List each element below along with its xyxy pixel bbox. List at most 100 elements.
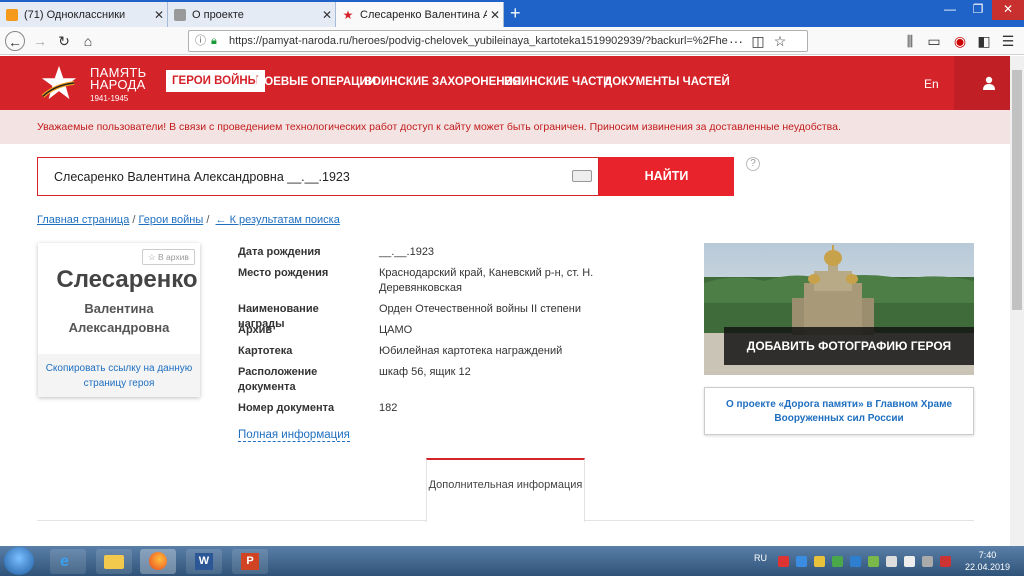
maintenance-notice: Уважаемые пользователи! В связи с провед… (0, 110, 1024, 144)
info-value: ЦАМО (379, 324, 413, 336)
back-arrow-icon[interactable]: ← (5, 31, 25, 51)
copy-link-button[interactable]: Скопировать ссылку на данную страницу ге… (38, 354, 200, 397)
info-value: 182 (379, 402, 398, 414)
close-window-button[interactable]: ✕ (992, 0, 1024, 20)
volume-icon[interactable] (904, 556, 915, 567)
tray-icon[interactable] (940, 556, 951, 567)
breadcrumb-separator: / (206, 214, 210, 226)
bluetooth-icon[interactable] (850, 556, 861, 567)
tray-icon[interactable] (922, 556, 933, 567)
url-text[interactable]: https://pamyat-naroda.ru/heroes/podvig-c… (229, 35, 728, 47)
internet-explorer-icon[interactable]: e (50, 549, 86, 574)
menu-heroes[interactable]: ГЕРОИ ВОЙНЫ (166, 70, 265, 92)
logo-star-icon[interactable] (40, 64, 78, 102)
menu-operations[interactable]: БОЕВЫЕ ОПЕРАЦИИ (256, 76, 376, 88)
reload-icon[interactable]: ↻ (54, 31, 74, 51)
menu-icon[interactable]: ☰ (998, 31, 1018, 51)
keyboard-icon[interactable] (572, 170, 592, 182)
clock[interactable]: 7:40 22.04.2019 (965, 549, 1010, 573)
info-icon[interactable]: ⓘ (195, 31, 206, 51)
close-tab-icon[interactable]: ✕ (487, 8, 503, 22)
tab-hero-page[interactable]: ★ Слесаренко Валентина Алексан ✕ (336, 2, 504, 27)
star-icon: ★ (342, 7, 354, 22)
extension-icon[interactable]: ◧ (974, 31, 994, 51)
site-header: ПАМЯТЬ НАРОДА 1941-1945 ГЕРОИ ВОЙНЫ БОЕВ… (0, 56, 1024, 110)
tray-icon[interactable] (832, 556, 843, 567)
minimize-button[interactable]: — (936, 0, 964, 20)
info-value: Юбилейная картотека награждений (379, 345, 563, 357)
tray-icon[interactable] (814, 556, 825, 567)
breadcrumb: Главная страница / Герои войны / ← К рез… (37, 214, 340, 226)
bookmark-star-icon[interactable]: ☆ (770, 31, 790, 51)
network-icon[interactable] (886, 556, 897, 567)
firefox-icon[interactable] (140, 549, 176, 574)
browser-tab-strip: (71) Одноклассники ✕ О проекте ✕ ★ Слеса… (0, 0, 1024, 27)
full-info-link[interactable]: Полная информация (238, 429, 350, 442)
info-value: Краснодарский край, Каневский р-н, ст. Н… (379, 267, 594, 294)
maximize-button[interactable]: ❐ (964, 0, 992, 20)
library-icon[interactable]: ⫼ (900, 31, 920, 51)
hero-patronymic: Александровна (68, 320, 170, 335)
menu-unit-documents[interactable]: ДОКУМЕНТЫ ЧАСТЕЙ (604, 76, 730, 88)
tab-additional-info[interactable]: Дополнительная информация (426, 458, 585, 522)
home-icon[interactable]: ⌂ (78, 31, 98, 51)
url-bar[interactable]: ⓘ 🔒︎ https://pamyat-naroda.ru/heroes/pod… (188, 30, 808, 52)
back-to-results-link[interactable]: ← К результатам поиска (216, 214, 340, 226)
new-tab-button[interactable]: + (510, 3, 521, 24)
scrollbar-thumb[interactable] (1012, 70, 1022, 310)
clock-date: 22.04.2019 (965, 562, 1011, 572)
search-button[interactable]: НАЙТИ (599, 157, 734, 196)
info-label: Архив (238, 324, 273, 336)
forward-arrow-icon[interactable]: → (30, 31, 50, 51)
info-value: шкаф 56, ящик 12 (379, 366, 471, 378)
extension-icon[interactable]: ◉ (950, 31, 970, 51)
pocket-icon[interactable]: ◫ (748, 31, 768, 51)
info-label: Дата рождения (238, 246, 321, 258)
menu-units[interactable]: ВОИНСКИЕ ЧАСТИ (504, 76, 611, 88)
page-icon (174, 8, 186, 21)
help-icon[interactable]: ? (746, 157, 760, 171)
add-photo-button[interactable]: ДОБАВИТЬ ФОТОГРАФИЮ ГЕРОЯ (724, 327, 974, 365)
info-value: __.__.1923 (379, 246, 435, 258)
language-switch[interactable]: En (924, 77, 939, 91)
tab-title: (71) Одноклассники (24, 8, 126, 21)
tab-title: Слесаренко Валентина Алексан (360, 8, 487, 21)
tray-icon[interactable] (778, 556, 789, 567)
browser-nav-bar: ← → ↻ ⌂ ⓘ 🔒︎ https://pamyat-naroda.ru/he… (0, 27, 1024, 55)
logo-years: 1941-1945 (90, 94, 129, 103)
start-button[interactable] (4, 547, 34, 575)
input-language[interactable]: RU (754, 553, 767, 563)
tab-odnoklassniki[interactable]: (71) Одноклассники ✕ (0, 2, 168, 27)
breadcrumb-separator: / (132, 214, 136, 226)
info-label: Картотека (238, 345, 293, 357)
hero-surname: Слесаренко (56, 266, 198, 293)
info-label: Место рождения (238, 267, 329, 279)
word-icon[interactable]: W (186, 549, 222, 574)
tab-about[interactable]: О проекте ✕ (168, 2, 336, 27)
breadcrumb-home[interactable]: Главная страница (37, 214, 129, 226)
logo-line-2: НАРОДА (90, 77, 146, 92)
hero-first-name: Валентина (84, 301, 154, 316)
sidebar-icon[interactable]: ▭ (924, 31, 944, 51)
powerpoint-icon[interactable]: P (232, 549, 268, 574)
user-icon (983, 76, 995, 90)
clock-time: 7:40 (978, 550, 997, 560)
folder-icon[interactable] (96, 549, 132, 574)
search-input[interactable]: Слесаренко Валентина Александровна __.__… (37, 157, 599, 196)
page-actions-icon[interactable]: ··· (726, 31, 746, 51)
info-label: Номер документа (238, 402, 335, 414)
info-value: Орден Отечественной войны II степени (379, 303, 582, 315)
close-tab-icon[interactable]: ✕ (151, 8, 167, 22)
menu-burials[interactable]: ВОИНСКИЕ ЗАХОРОНЕНИЯ (364, 76, 521, 88)
tray-icon[interactable] (868, 556, 879, 567)
tab-title: О проекте (192, 8, 244, 21)
road-of-memory-link[interactable]: О проекте «Дорога памяти» в Главном Храм… (704, 387, 974, 435)
tray-icon[interactable] (796, 556, 807, 567)
close-tab-icon[interactable]: ✕ (319, 8, 335, 22)
odnoklassniki-icon (6, 8, 18, 21)
add-to-archive-button[interactable]: ☆ В архив (142, 249, 195, 265)
logo-text[interactable]: ПАМЯТЬ НАРОДА (90, 66, 147, 92)
lock-icon: 🔒︎ (211, 35, 217, 47)
breadcrumb-heroes[interactable]: Герои войны (139, 214, 204, 226)
info-label: Расположение документа (238, 366, 318, 393)
